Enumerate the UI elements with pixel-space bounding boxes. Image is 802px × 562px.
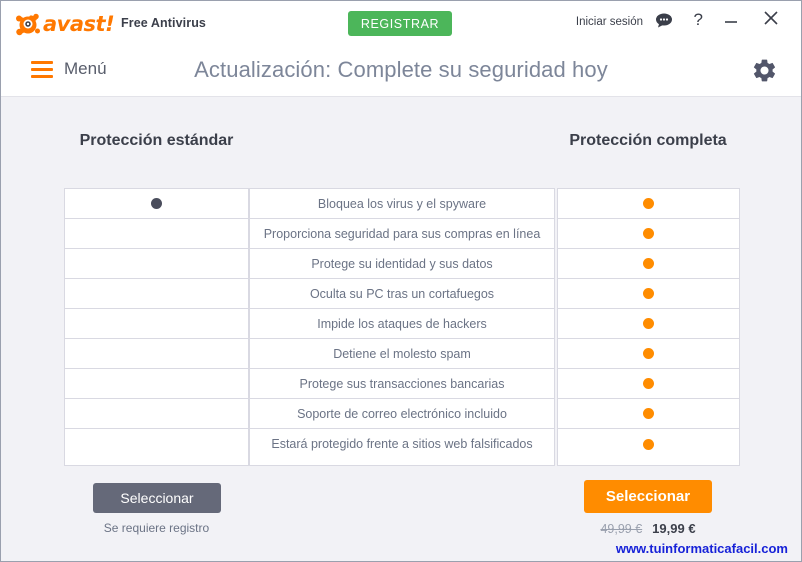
table-row (558, 399, 739, 429)
table-row: Proporciona seguridad para sus compras e… (250, 219, 554, 249)
empty-cell (151, 408, 162, 419)
complete-column-heading: Protección completa (569, 132, 727, 149)
included-dot-icon (643, 348, 654, 359)
table-row (558, 369, 739, 399)
included-dot-icon (643, 378, 654, 389)
feature-label: Estará protegido frente a sitios web fal… (271, 437, 533, 451)
empty-cell (151, 288, 162, 299)
table-row (65, 369, 248, 399)
select-free-button[interactable]: Seleccionar (93, 483, 221, 513)
table-row (65, 279, 248, 309)
table-row (65, 339, 248, 369)
free-registration-note: Se requiere registro (103, 521, 210, 535)
included-dot-icon (643, 318, 654, 329)
table-row: Soporte de correo electrónico incluido (250, 399, 554, 429)
feature-label: Bloquea los virus y el spyware (317, 196, 487, 211)
included-dot-icon (643, 288, 654, 299)
table-row (65, 189, 248, 219)
empty-cell (151, 378, 162, 389)
empty-cell (151, 228, 162, 239)
feature-label: Detiene el molesto spam (333, 346, 471, 361)
included-dot-icon (643, 198, 654, 209)
included-dot-icon (643, 408, 654, 419)
avast-upgrade-window: avast! Free Antivirus REGISTRAR Iniciar … (0, 0, 802, 562)
included-dot-icon (643, 258, 654, 269)
avast-ball-icon (16, 13, 40, 36)
standard-column-heading: Protección estándar (79, 132, 234, 149)
table-row (65, 399, 248, 429)
empty-cell (151, 439, 162, 450)
page-title: Actualización: Complete su seguridad hoy (194, 57, 608, 82)
table-row (65, 429, 248, 459)
application-header: avast! Free Antivirus REGISTRAR Iniciar … (1, 1, 801, 97)
table-row (558, 429, 739, 459)
table-row: Impide los ataques de hackers (250, 309, 554, 339)
empty-cell (151, 318, 162, 329)
feature-label: Soporte de correo electrónico incluido (297, 406, 507, 421)
upgrade-comparison-body: Protección estándar Protección completa … (1, 97, 801, 561)
empty-cell (151, 258, 162, 269)
feature-label: Protege sus transacciones bancarias (299, 376, 505, 391)
feature-label: Impide los ataques de hackers (317, 316, 487, 331)
watermark-url: www.tuinformaticafacil.com (615, 541, 788, 556)
table-row: Protege su identidad y sus datos (250, 249, 554, 279)
table-row (65, 309, 248, 339)
table-row (65, 219, 248, 249)
table-row: Bloquea los virus y el spyware (250, 189, 554, 219)
feature-label: Oculta su PC tras un cortafuegos (309, 286, 495, 301)
question-mark-icon[interactable]: ? (694, 11, 703, 28)
included-dot-icon (643, 228, 654, 239)
avast-logo[interactable]: avast! (15, 10, 130, 40)
table-row (558, 279, 739, 309)
feature-list-column: Bloquea los virus y el spyware Proporcion… (249, 188, 555, 466)
included-dot-icon (643, 438, 654, 450)
standard-protection-column (64, 188, 249, 466)
minimize-icon[interactable] (723, 10, 739, 29)
included-dot-icon (151, 198, 162, 209)
table-row (558, 249, 739, 279)
speech-bubble-icon[interactable] (655, 13, 673, 32)
complete-protection-column (557, 188, 740, 466)
table-row (558, 219, 739, 249)
product-name-label: Free Antivirus (121, 16, 206, 30)
table-row (65, 249, 248, 279)
select-pro-button[interactable]: Seleccionar (584, 480, 712, 513)
old-price: 49,99 € (600, 522, 643, 536)
table-row (558, 189, 739, 219)
avast-wordmark: avast! (43, 12, 115, 36)
table-row (558, 309, 739, 339)
table-row: Estará protegido frente a sitios web fal… (250, 429, 554, 459)
close-icon[interactable] (763, 10, 779, 29)
price-row: 49,99 € 19,99 € (557, 520, 739, 538)
table-row (558, 339, 739, 369)
new-price: 19,99 € (652, 521, 696, 536)
table-row: Oculta su PC tras un cortafuegos (250, 279, 554, 309)
feature-label: Protege su identidad y sus datos (311, 256, 493, 271)
empty-cell (151, 348, 162, 359)
comparison-table: Bloquea los virus y el spyware Proporcion… (64, 188, 740, 466)
table-row: Protege sus transacciones bancarias (250, 369, 554, 399)
register-button[interactable]: REGISTRAR (348, 11, 452, 36)
gear-icon[interactable] (751, 57, 778, 89)
login-link[interactable]: Iniciar sesión (576, 16, 643, 28)
table-row: Detiene el molesto spam (250, 339, 554, 369)
feature-label: Proporciona seguridad para sus compras e… (263, 226, 541, 241)
